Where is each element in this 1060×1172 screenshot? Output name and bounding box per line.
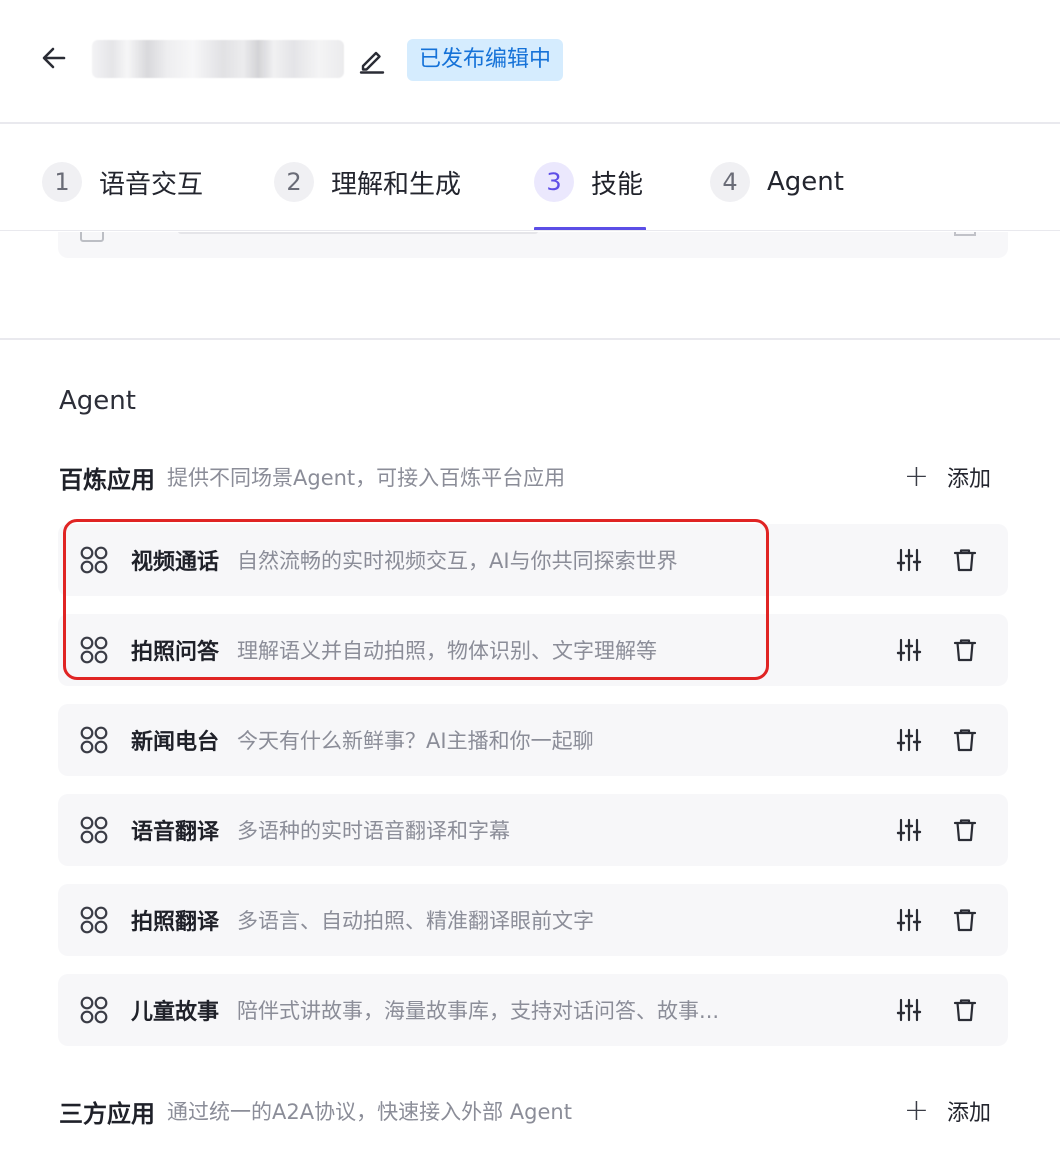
configure-agent-button[interactable] — [892, 993, 926, 1027]
tab-label: 理解和生成 — [331, 169, 462, 200]
agent-card-actions — [870, 974, 982, 1046]
agent-card-actions — [870, 884, 982, 956]
tab-skills[interactable]: 3 技能 — [534, 158, 643, 206]
plus-icon: + — [903, 459, 929, 494]
settings-sliders-icon — [896, 548, 922, 572]
agent-card-title: 拍照问答 — [131, 640, 220, 665]
agent-card-description: 理解语义并自动拍照，物体识别、文字理解等 — [237, 639, 658, 663]
trash-icon — [953, 639, 977, 662]
tab-label: 技能 — [591, 169, 644, 200]
header-divider — [0, 122, 1060, 124]
trash-icon — [953, 549, 977, 572]
settings-sliders-icon — [896, 638, 922, 662]
group-title: 三方应用 — [59, 1099, 155, 1128]
arrow-left-icon — [42, 47, 66, 69]
tab-step-number: 1 — [42, 162, 82, 202]
configure-agent-button[interactable] — [892, 543, 926, 577]
agent-card-actions — [870, 794, 982, 866]
agent-card-title: 儿童故事 — [131, 1000, 220, 1025]
tab-step-number: 4 — [710, 162, 750, 202]
tab-agent[interactable]: 4 Agent — [710, 158, 844, 206]
section-title: Agent — [59, 386, 136, 416]
trash-icon — [953, 729, 977, 752]
group-description: 提供不同场景Agent，可接入百炼平台应用 — [167, 466, 566, 490]
back-button[interactable] — [36, 40, 72, 76]
delete-agent-button[interactable] — [948, 993, 982, 1027]
agent-card[interactable]: 新闻电台 今天有什么新鲜事？AI主播和你一起聊 — [58, 704, 1008, 776]
app-grid-icon — [80, 996, 108, 1024]
app-grid-icon — [80, 726, 108, 754]
app-grid-icon — [80, 546, 108, 574]
delete-agent-button[interactable] — [948, 543, 982, 577]
configure-agent-button[interactable] — [892, 633, 926, 667]
plus-icon: + — [903, 1093, 929, 1128]
tab-voice-interaction[interactable]: 1 语音交互 — [42, 158, 203, 206]
delete-agent-button[interactable] — [948, 633, 982, 667]
group-description: 通过统一的A2A协议，快速接入外部 Agent — [167, 1100, 572, 1124]
settings-sliders-icon — [896, 728, 922, 752]
trash-icon — [954, 232, 976, 236]
configure-agent-button[interactable] — [892, 903, 926, 937]
agent-card-actions — [870, 614, 982, 686]
agent-card-description: 多语言、自动拍照、精准翻译眼前文字 — [237, 909, 595, 933]
pencil-icon — [359, 51, 385, 74]
bailian-group-header: 百炼应用 提供不同场景Agent，可接入百炼平台应用 + 添加 — [59, 457, 1007, 497]
agent-card-title: 视频通话 — [131, 550, 220, 575]
add-label: 添加 — [946, 1101, 991, 1126]
delete-agent-button[interactable] — [948, 813, 982, 847]
tab-step-number: 2 — [274, 162, 314, 202]
agent-card-title: 语音翻译 — [131, 820, 220, 845]
tab-label: Agent — [767, 167, 844, 197]
edit-name-button[interactable] — [354, 42, 390, 78]
app-grid-icon — [80, 636, 108, 664]
tab-step-number: 3 — [534, 162, 574, 202]
settings-sliders-icon — [896, 908, 922, 932]
agent-card[interactable]: 拍照翻译 多语言、自动拍照、精准翻译眼前文字 — [58, 884, 1008, 956]
tab-label: 语音交互 — [99, 169, 204, 200]
tabs-divider — [0, 230, 1060, 231]
settings-sliders-icon — [896, 818, 922, 842]
checkbox-icon — [80, 232, 104, 242]
configure-agent-button[interactable] — [892, 813, 926, 847]
add-third-party-app-button[interactable]: + 添加 — [904, 1091, 991, 1131]
section-divider — [0, 338, 1060, 340]
add-bailian-app-button[interactable]: + 添加 — [904, 457, 991, 497]
agent-card-description: 自然流畅的实时视频交互，AI与你共同探索世界 — [237, 549, 678, 573]
delete-agent-button[interactable] — [948, 903, 982, 937]
configure-agent-button[interactable] — [892, 723, 926, 757]
group-title: 百炼应用 — [59, 465, 155, 494]
trash-icon — [953, 999, 977, 1022]
agent-card-actions — [870, 524, 982, 596]
tab-understanding-generation[interactable]: 2 理解和生成 — [274, 158, 461, 206]
app-grid-icon — [80, 816, 108, 844]
agent-card-description: 陪伴式讲故事，海量故事库，支持对话问答、故事... — [237, 999, 720, 1023]
add-label: 添加 — [946, 467, 991, 492]
agent-card-actions — [870, 704, 982, 776]
agent-card[interactable]: 视频通话 自然流畅的实时视频交互，AI与你共同探索世界 — [58, 524, 1008, 596]
third-party-group-header: 三方应用 通过统一的A2A协议，快速接入外部 Agent + 添加 — [59, 1091, 1007, 1131]
agent-card-description: 今天有什么新鲜事？AI主播和你一起聊 — [237, 729, 594, 753]
agent-card[interactable]: 语音翻译 多语种的实时语音翻译和字幕 — [58, 794, 1008, 866]
settings-sliders-icon — [896, 998, 922, 1022]
clipped-text — [178, 232, 538, 234]
app-grid-icon — [80, 906, 108, 934]
agent-card-title: 拍照翻译 — [131, 910, 220, 935]
scrolled-skill-card — [58, 232, 1008, 258]
agent-card[interactable]: 拍照问答 理解语义并自动拍照，物体识别、文字理解等 — [58, 614, 1008, 686]
agent-card-description: 多语种的实时语音翻译和字幕 — [237, 819, 511, 843]
status-badge: 已发布编辑中 — [407, 39, 564, 81]
agent-card-title: 新闻电台 — [131, 730, 220, 755]
agent-name-redacted — [92, 40, 344, 78]
delete-agent-button[interactable] — [948, 723, 982, 757]
agent-card[interactable]: 儿童故事 陪伴式讲故事，海量故事库，支持对话问答、故事... — [58, 974, 1008, 1046]
trash-icon — [953, 909, 977, 932]
trash-icon — [953, 819, 977, 842]
